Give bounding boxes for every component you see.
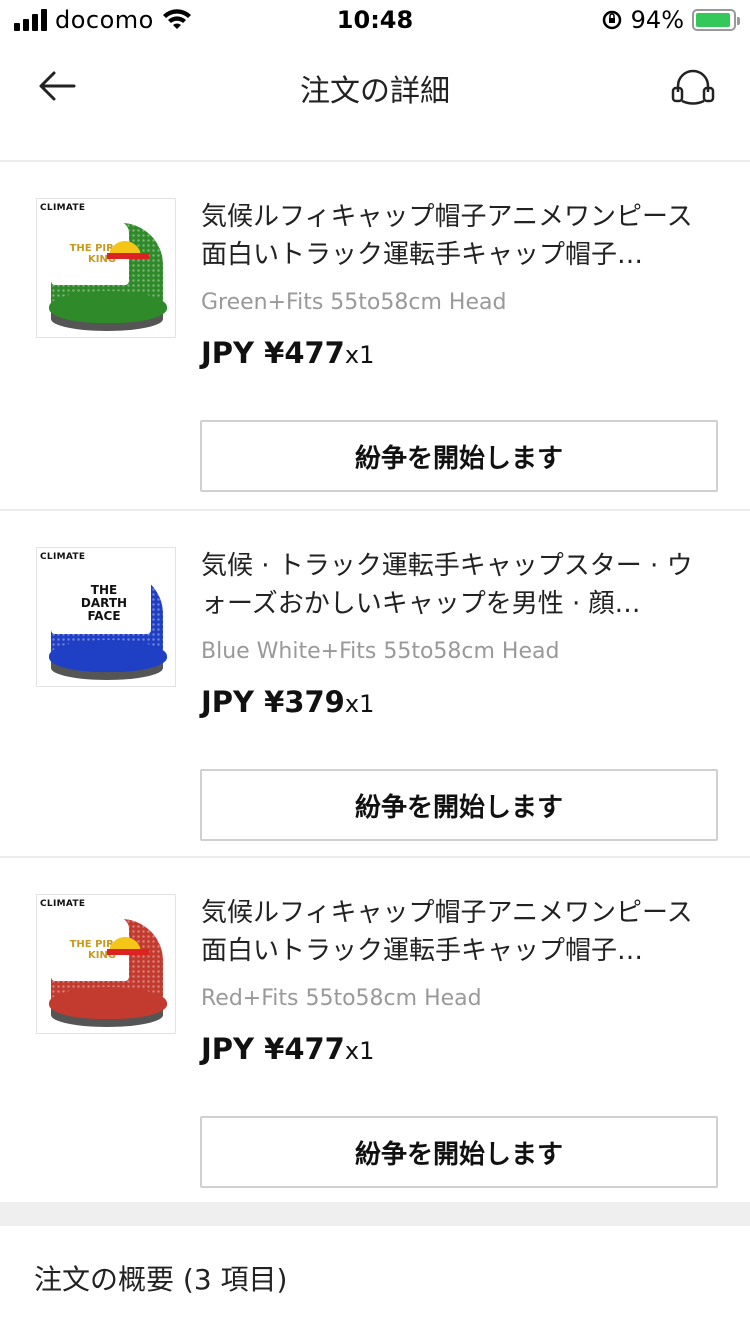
battery-charging-icon — [692, 9, 740, 31]
product-thumbnail[interactable]: CLIMATE THE PIRATE KING — [36, 198, 176, 338]
product-title[interactable]: 気候 · トラック運転手キャップスター · ウォーズおかしいキャップを男性 · … — [201, 547, 711, 623]
hat-band — [107, 253, 149, 259]
product-price: JPY ¥379x1 — [201, 685, 374, 719]
product-price: JPY ¥477x1 — [201, 1032, 374, 1066]
thumbnail-brand: CLIMATE — [40, 899, 86, 909]
hat-band — [107, 949, 149, 955]
product-thumbnail[interactable]: CLIMATE THE PIRATE KING — [36, 894, 176, 1034]
product-variant: Red+Fits 55to58cm Head — [201, 986, 482, 1011]
product-price: JPY ¥477x1 — [201, 336, 374, 370]
headset-icon[interactable] — [670, 66, 716, 106]
quantity: x1 — [344, 1037, 375, 1065]
price-value: JPY ¥477 — [201, 1032, 345, 1066]
order-item: CLIMATE THE PIRATE KING 気候ルフィキャップ帽子アニメワン… — [0, 162, 750, 509]
product-variant: Green+Fits 55to58cm Head — [201, 290, 507, 315]
section-divider — [0, 1202, 750, 1226]
quantity: x1 — [344, 341, 375, 369]
order-item-list: CLIMATE THE PIRATE KING 気候ルフィキャップ帽子アニメワン… — [0, 162, 750, 1203]
order-summary-title: 注文の概要 (3 項目) — [34, 1263, 288, 1296]
product-thumbnail[interactable]: CLIMATE THE DARTH FACE — [36, 547, 176, 687]
cap-logo: THE DARTH FACE — [80, 583, 128, 623]
product-variant: Blue White+Fits 55to58cm Head — [201, 639, 560, 664]
page-title: 注文の詳細 — [300, 74, 450, 109]
battery-percent: 94% — [630, 6, 684, 34]
cap-brim — [49, 291, 167, 323]
open-dispute-button[interactable]: 紛争を開始します — [200, 1116, 718, 1188]
order-item: CLIMATE THE DARTH FACE 気候 · トラック運転手キャップス… — [0, 509, 750, 856]
product-title[interactable]: 気候ルフィキャップ帽子アニメワンピース面白いトラック運転手キャップ帽子… — [201, 894, 711, 970]
status-right: 94% — [601, 6, 740, 34]
thumbnail-brand: CLIMATE — [40, 552, 86, 562]
cap-brim — [49, 640, 167, 672]
nav-bar: 注文の詳細 — [0, 42, 750, 130]
price-value: JPY ¥379 — [201, 685, 345, 719]
quantity: x1 — [344, 690, 375, 718]
cap-brim — [49, 987, 167, 1019]
price-value: JPY ¥477 — [201, 336, 345, 370]
status-bar: docomo 10:48 94% — [0, 0, 750, 42]
open-dispute-button[interactable]: 紛争を開始します — [200, 420, 718, 492]
order-item: CLIMATE THE PIRATE KING 気候ルフィキャップ帽子アニメワン… — [0, 856, 750, 1203]
thumbnail-brand: CLIMATE — [40, 203, 86, 213]
product-title[interactable]: 気候ルフィキャップ帽子アニメワンピース面白いトラック運転手キャップ帽子… — [201, 198, 711, 274]
open-dispute-button[interactable]: 紛争を開始します — [200, 769, 718, 841]
orientation-lock-icon — [602, 10, 621, 30]
